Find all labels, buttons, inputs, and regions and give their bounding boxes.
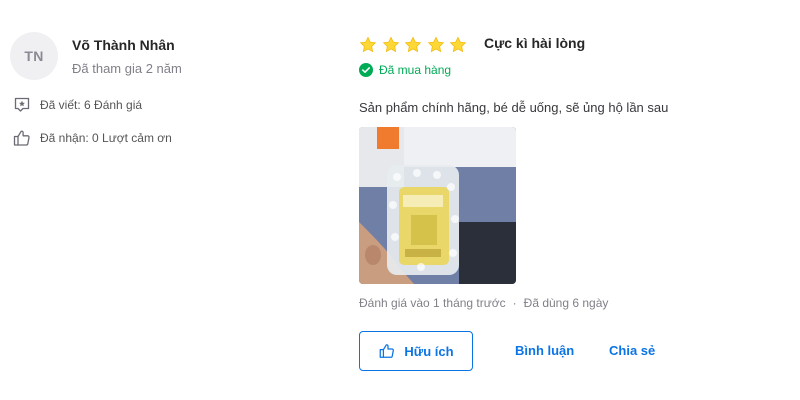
thanks-received-stat: Đã nhận: 0 Lượt cảm ơn	[12, 128, 172, 148]
purchased-badge: Đã mua hàng	[359, 63, 451, 77]
rating-title: Cực kì hài lòng	[484, 35, 586, 51]
meta-separator: ·	[512, 296, 517, 310]
star-rating	[359, 36, 472, 54]
avatar-initials: TN	[24, 48, 44, 64]
reviews-written-stat: Đã viết: 6 Đánh giá	[12, 95, 142, 115]
thanks-received-label: Đã nhận: 0 Lượt cảm ơn	[40, 131, 172, 145]
review-text: Sản phẩm chính hãng, bé dễ uống, sẽ ủng …	[359, 100, 669, 115]
avatar: TN	[10, 32, 58, 80]
star-icon	[427, 36, 445, 54]
comment-button[interactable]: Bình luận	[515, 343, 574, 358]
thumb-up-icon	[12, 128, 32, 148]
thumb-up-icon	[378, 342, 396, 360]
share-button[interactable]: Chia sẻ	[609, 343, 655, 358]
usage-duration: Đã dùng 6 ngày	[523, 296, 609, 310]
helpful-button[interactable]: Hữu ích	[359, 331, 473, 371]
reviewer-name: Võ Thành Nhân	[72, 37, 175, 53]
posted-time: Đánh giá vào 1 tháng trước	[359, 296, 506, 310]
star-icon	[382, 36, 400, 54]
review-photo[interactable]	[359, 127, 516, 284]
helpful-label: Hữu ích	[404, 343, 454, 359]
joined-duration: Đã tham gia 2 năm	[72, 61, 182, 76]
star-icon	[359, 36, 377, 54]
reviews-written-label: Đã viết: 6 Đánh giá	[40, 98, 143, 112]
review-meta: Đánh giá vào 1 tháng trước · Đã dùng 6 ngà…	[359, 296, 608, 310]
star-icon	[404, 36, 422, 54]
check-circle-icon	[359, 63, 373, 77]
purchased-label: Đã mua hàng	[379, 63, 452, 77]
star-icon	[449, 36, 467, 54]
chat-bubble-star-icon	[12, 95, 32, 115]
